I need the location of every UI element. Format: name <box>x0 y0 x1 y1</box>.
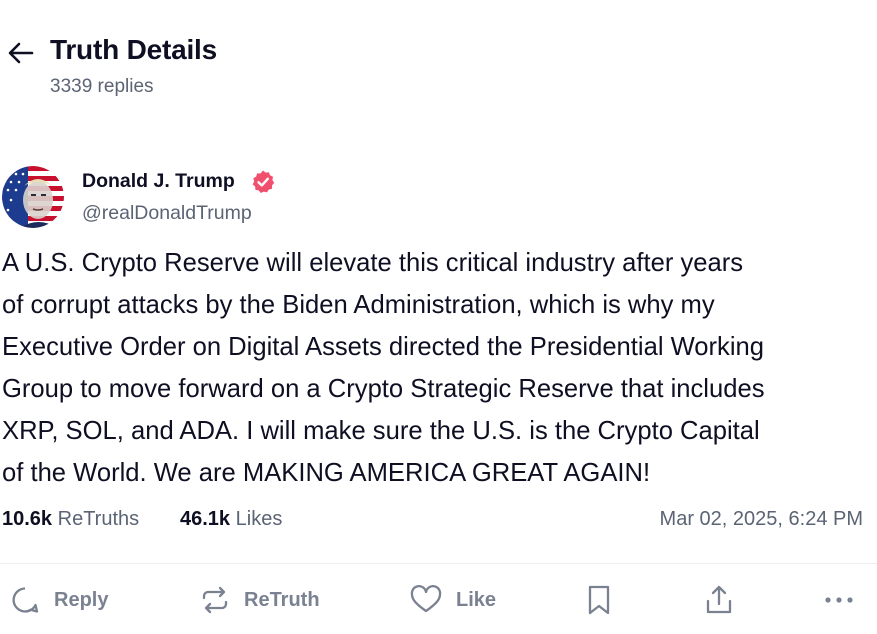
retruths-count: 10.6k <box>2 508 53 530</box>
truth-details-page: Truth Details 3339 replies Donald J. Tru… <box>0 0 877 634</box>
likes-count: 46.1k <box>180 508 231 530</box>
verified-icon <box>252 170 275 193</box>
action-bar: Reply ReTruth Like <box>0 578 877 622</box>
retruth-button[interactable]: ReTruth <box>200 578 320 622</box>
page-title: Truth Details <box>50 34 217 65</box>
post-timestamp: Mar 02, 2025, 6:24 PM <box>659 508 863 530</box>
post-text: A U.S. Crypto Reserve will elevate this … <box>2 249 765 487</box>
bookmark-button[interactable] <box>586 578 612 622</box>
back-button[interactable] <box>6 38 36 68</box>
more-icon <box>825 597 853 603</box>
reply-icon <box>12 587 39 613</box>
share-button[interactable] <box>704 578 734 622</box>
share-icon <box>706 585 732 614</box>
retruth-icon <box>202 586 228 614</box>
likes-stat[interactable]: 46.1k Likes <box>180 508 282 531</box>
like-button[interactable]: Like <box>410 578 496 622</box>
author-name[interactable]: Donald J. Trump <box>82 170 235 193</box>
retruths-label: ReTruths <box>57 508 140 530</box>
heart-icon <box>410 585 442 613</box>
retruths-stat[interactable]: 10.6k ReTruths <box>2 508 139 531</box>
stats-row: 10.6k ReTruths 46.1k Likes Mar 02, 2025,… <box>0 508 877 538</box>
like-label: Like <box>456 588 497 611</box>
arrow-left-icon <box>8 42 34 64</box>
reply-label: Reply <box>54 588 109 611</box>
replies-count: 3339 replies <box>50 76 154 97</box>
bookmark-icon <box>588 585 610 615</box>
likes-label: Likes <box>235 508 283 530</box>
reply-button[interactable]: Reply <box>10 578 108 622</box>
author-row: Donald J. Trump @realDonaldTrump <box>0 164 877 234</box>
author-handle[interactable]: @realDonaldTrump <box>82 202 252 225</box>
divider <box>0 563 877 564</box>
avatar-image <box>2 166 64 228</box>
more-options-button[interactable] <box>824 578 854 622</box>
avatar[interactable] <box>2 166 64 228</box>
retruth-label: ReTruth <box>244 588 320 611</box>
header: Truth Details 3339 replies <box>0 28 877 108</box>
